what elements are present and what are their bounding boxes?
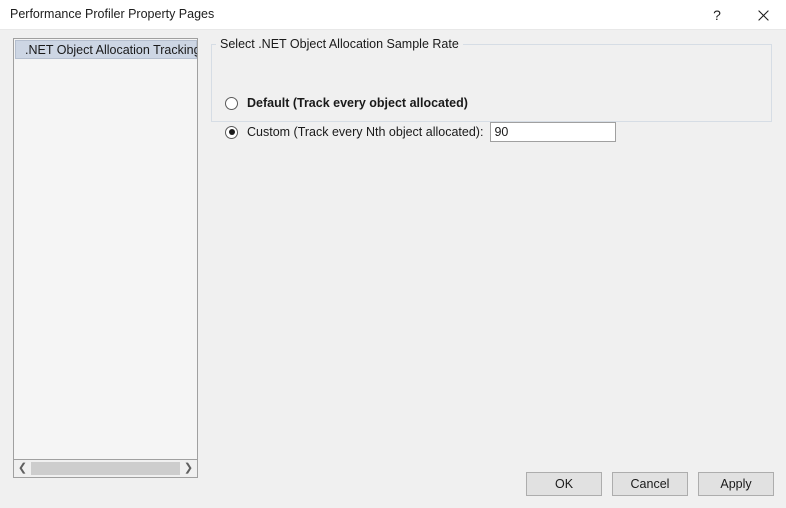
- scroll-left-arrow-icon[interactable]: ❮: [14, 460, 31, 477]
- tree-item-net-object-allocation-tracking[interactable]: .NET Object Allocation Tracking: [15, 40, 197, 59]
- radio-option-custom[interactable]: Custom (Track every Nth object allocated…: [225, 122, 617, 142]
- tree-item-label: .NET Object Allocation Tracking: [25, 42, 198, 57]
- radio-button-custom-icon[interactable]: [225, 125, 238, 139]
- property-page-tree[interactable]: .NET Object Allocation Tracking: [13, 38, 198, 460]
- sample-rate-groupbox-title: Select .NET Object Allocation Sample Rat…: [216, 37, 463, 51]
- cancel-button[interactable]: Cancel: [612, 472, 688, 496]
- tree-horizontal-scrollbar[interactable]: ❮ ❯: [13, 460, 198, 478]
- window-title: Performance Profiler Property Pages: [10, 7, 215, 21]
- radio-option-default-label: Default (Track every object allocated): [247, 96, 468, 110]
- close-icon: [757, 9, 769, 21]
- question-mark-icon: ?: [713, 7, 721, 23]
- close-button[interactable]: [740, 0, 786, 30]
- scrollbar-thumb[interactable]: [31, 462, 180, 475]
- scroll-right-arrow-icon[interactable]: ❯: [180, 460, 197, 477]
- help-button[interactable]: ?: [694, 0, 740, 30]
- scrollbar-track[interactable]: [31, 460, 180, 477]
- title-bar: Performance Profiler Property Pages ?: [0, 0, 786, 30]
- radio-button-default-icon[interactable]: [225, 96, 238, 110]
- radio-option-custom-label: Custom (Track every Nth object allocated…: [247, 125, 484, 139]
- apply-button[interactable]: Apply: [698, 472, 774, 496]
- radio-option-default[interactable]: Default (Track every object allocated): [225, 96, 468, 110]
- sample-rate-input[interactable]: [490, 122, 617, 142]
- ok-button[interactable]: OK: [526, 472, 602, 496]
- sample-rate-groupbox: [211, 44, 772, 122]
- dialog-body: .NET Object Allocation Tracking ❮ ❯ Sele…: [0, 30, 786, 508]
